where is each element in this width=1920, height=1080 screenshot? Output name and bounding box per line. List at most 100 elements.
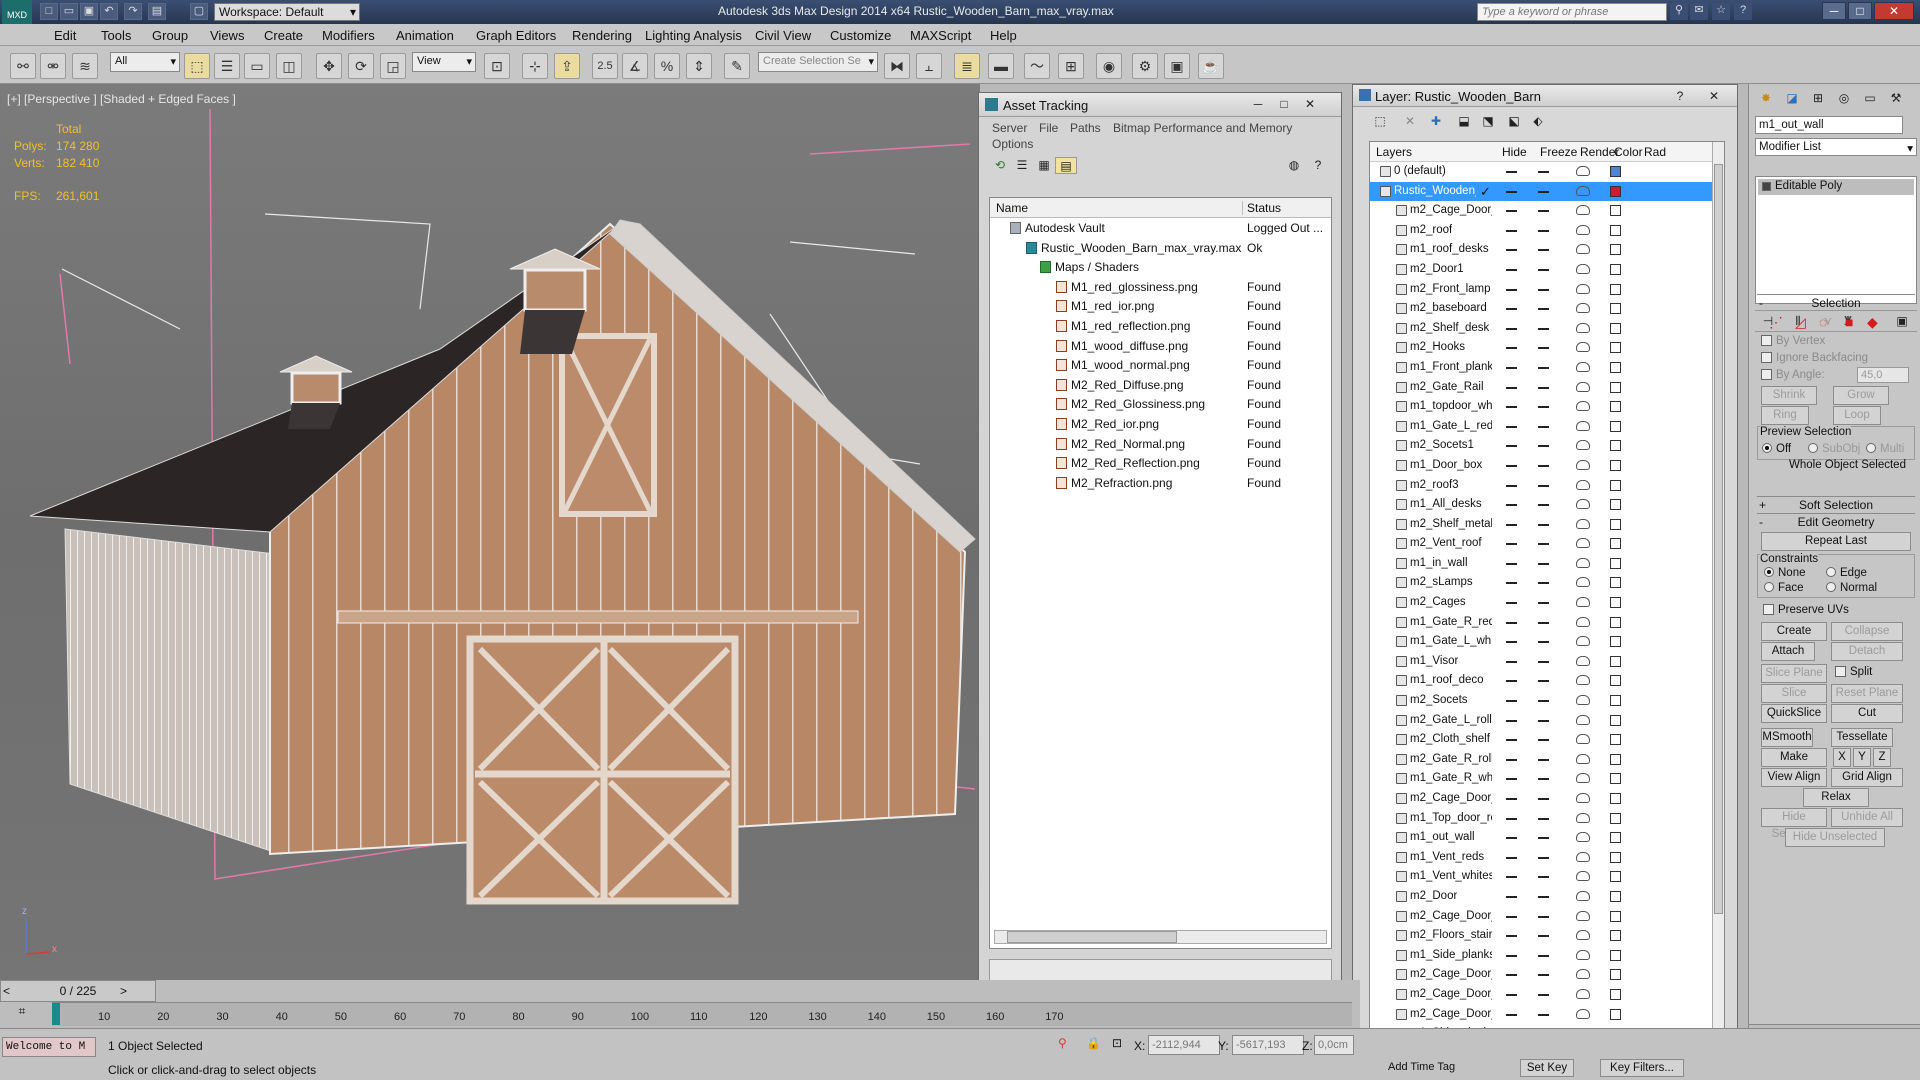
freeze-toggle[interactable] bbox=[1538, 856, 1549, 859]
render-teapot-icon[interactable] bbox=[1576, 401, 1590, 412]
layer-row[interactable]: m2_roof3 bbox=[1370, 476, 1724, 496]
add-to-layer-icon[interactable]: ✚ bbox=[1425, 113, 1447, 130]
align-icon[interactable]: ⫠ bbox=[916, 53, 942, 79]
asset-menu-bitmap[interactable]: Bitmap Performance and Memory bbox=[1113, 121, 1292, 135]
asset-row[interactable]: M2_Red_ior.png Found bbox=[990, 414, 1331, 434]
help-icon[interactable]: ? bbox=[1307, 157, 1329, 174]
layer-row[interactable]: m2_Cage_Door_ bbox=[1370, 201, 1724, 221]
color-swatch[interactable] bbox=[1610, 832, 1621, 844]
absolute-mode-icon[interactable]: ⊡ bbox=[1112, 1036, 1122, 1050]
workspace-dropdown[interactable]: Workspace: Default ▾ bbox=[214, 3, 360, 21]
hide-toggle[interactable] bbox=[1506, 621, 1517, 624]
color-swatch[interactable] bbox=[1610, 597, 1621, 609]
utilities-tab-icon[interactable]: ⚒ bbox=[1885, 90, 1907, 107]
hierarchy-tab-icon[interactable]: ⊞ bbox=[1807, 90, 1829, 107]
hide-toggle[interactable] bbox=[1506, 993, 1517, 996]
hide-toggle[interactable] bbox=[1506, 739, 1517, 742]
render-teapot-icon[interactable] bbox=[1576, 597, 1590, 608]
hide-toggle[interactable] bbox=[1506, 210, 1517, 213]
layer-list[interactable]: Layers Hide Freeze Render Color Rad 0 (d… bbox=[1369, 141, 1725, 1041]
minimize-button[interactable]: ─ bbox=[1247, 96, 1269, 113]
mirror-icon[interactable]: ⧓ bbox=[884, 53, 910, 79]
highlight-layer-icon[interactable]: ⬔ bbox=[1477, 113, 1499, 130]
preview-off-radio[interactable]: Off bbox=[1762, 443, 1791, 455]
angle-snap-icon[interactable]: ∡ bbox=[622, 53, 648, 79]
hide-unselected-button[interactable]: Hide Unselected bbox=[1785, 828, 1885, 847]
open-icon[interactable]: ▭ bbox=[60, 3, 78, 20]
layer-row[interactable]: m2_Floors_stairs bbox=[1370, 926, 1724, 946]
hide-toggle[interactable] bbox=[1506, 523, 1517, 526]
asset-row[interactable]: M1_red_glossiness.png Found bbox=[990, 277, 1331, 297]
graphite-ribbon-icon[interactable]: ▬ bbox=[988, 53, 1014, 79]
freeze-toggle[interactable] bbox=[1538, 778, 1549, 781]
planar-x-button[interactable]: X bbox=[1833, 748, 1851, 767]
render-teapot-icon[interactable] bbox=[1576, 381, 1590, 392]
asset-tracking-titlebar[interactable]: Asset Tracking ─ □ ✕ bbox=[979, 93, 1341, 117]
menu-customize[interactable]: Customize bbox=[830, 28, 891, 43]
binoculars-icon[interactable]: ⚲ bbox=[1670, 3, 1688, 20]
freeze-toggle[interactable] bbox=[1538, 386, 1549, 389]
planar-z-button[interactable]: Z bbox=[1873, 748, 1891, 767]
hide-toggle[interactable] bbox=[1506, 974, 1517, 977]
color-swatch[interactable] bbox=[1610, 753, 1621, 765]
hide-toggle[interactable] bbox=[1506, 171, 1517, 173]
asset-menu-paths[interactable]: Paths bbox=[1070, 121, 1101, 135]
hide-toggle[interactable] bbox=[1506, 856, 1517, 859]
color-swatch[interactable] bbox=[1610, 185, 1621, 197]
previous-frame-icon[interactable]: < bbox=[3, 981, 10, 1001]
freeze-all-icon[interactable]: ⬖ bbox=[1527, 113, 1549, 130]
layer-row[interactable]: m2_Cages bbox=[1370, 593, 1724, 613]
menu-tools[interactable]: Tools bbox=[101, 28, 131, 43]
render-teapot-icon[interactable] bbox=[1576, 420, 1590, 431]
freeze-toggle[interactable] bbox=[1538, 1013, 1549, 1016]
hide-toggle[interactable] bbox=[1506, 268, 1517, 271]
track-bar[interactable]: 10 20 30 40 50 60 70 80 90 100 110 120 130 140 150 160 1… bbox=[52, 1002, 1352, 1026]
menu-help[interactable]: Help bbox=[990, 28, 1017, 43]
by-angle-checkbox[interactable]: By Angle: bbox=[1761, 369, 1825, 381]
angle-spinner[interactable]: 45,0 bbox=[1857, 367, 1909, 383]
hide-toggle[interactable] bbox=[1506, 327, 1517, 330]
freeze-toggle[interactable] bbox=[1538, 327, 1549, 330]
hide-toggle[interactable] bbox=[1506, 190, 1517, 193]
asset-row[interactable]: M2_Refraction.png Found bbox=[990, 473, 1331, 493]
polygon-icon[interactable]: ■ bbox=[1845, 314, 1853, 330]
color-swatch[interactable] bbox=[1610, 420, 1621, 432]
render-teapot-icon[interactable] bbox=[1576, 753, 1590, 764]
color-swatch[interactable] bbox=[1610, 283, 1621, 295]
freeze-toggle[interactable] bbox=[1538, 895, 1549, 898]
color-swatch[interactable] bbox=[1610, 224, 1621, 236]
layer-row[interactable]: m2_Socets bbox=[1370, 691, 1724, 711]
hide-toggle[interactable] bbox=[1506, 758, 1517, 761]
render-teapot-icon[interactable] bbox=[1576, 224, 1590, 235]
hide-toggle[interactable] bbox=[1506, 660, 1517, 663]
render-teapot-icon[interactable] bbox=[1576, 577, 1590, 588]
layer-row[interactable]: m2_Vent_roof bbox=[1370, 534, 1724, 554]
motion-tab-icon[interactable]: ◎ bbox=[1833, 90, 1855, 107]
color-swatch[interactable] bbox=[1610, 930, 1621, 942]
render-teapot-icon[interactable] bbox=[1576, 832, 1590, 843]
render-setup-icon[interactable]: ⚙ bbox=[1132, 53, 1158, 79]
render-teapot-icon[interactable] bbox=[1576, 930, 1590, 941]
edit-geometry-rollout-header[interactable]: Edit Geometry - bbox=[1757, 513, 1915, 531]
layer-row[interactable]: m1_roof_desks bbox=[1370, 240, 1724, 260]
split-checkbox[interactable]: Split bbox=[1835, 666, 1872, 678]
curve-editor-icon[interactable]: 〜 bbox=[1024, 53, 1050, 79]
asset-row[interactable]: M1_red_ior.png Found bbox=[990, 296, 1331, 316]
freeze-toggle[interactable] bbox=[1538, 268, 1549, 271]
help-button[interactable]: ? bbox=[1669, 88, 1691, 105]
hide-toggle[interactable] bbox=[1506, 954, 1517, 957]
color-swatch[interactable] bbox=[1610, 361, 1621, 373]
layer-row[interactable]: m2_Socets1 bbox=[1370, 436, 1724, 456]
freeze-toggle[interactable] bbox=[1538, 954, 1549, 957]
color-swatch[interactable] bbox=[1610, 401, 1621, 413]
render-teapot-icon[interactable] bbox=[1576, 440, 1590, 451]
render-teapot-icon[interactable] bbox=[1576, 988, 1590, 999]
planar-y-button[interactable]: Y bbox=[1853, 748, 1871, 767]
asset-row[interactable]: M1_wood_diffuse.png Found bbox=[990, 336, 1331, 356]
layer-row[interactable]: Rustic_Wooden_Ba ✓ bbox=[1370, 181, 1724, 202]
curve-editor-mini-icon[interactable]: ⌗ bbox=[6, 1004, 38, 1024]
element-icon[interactable]: ◆ bbox=[1867, 314, 1878, 331]
freeze-toggle[interactable] bbox=[1538, 876, 1549, 879]
color-swatch[interactable] bbox=[1610, 381, 1621, 393]
asset-row[interactable]: M1_red_reflection.png Found bbox=[990, 316, 1331, 336]
